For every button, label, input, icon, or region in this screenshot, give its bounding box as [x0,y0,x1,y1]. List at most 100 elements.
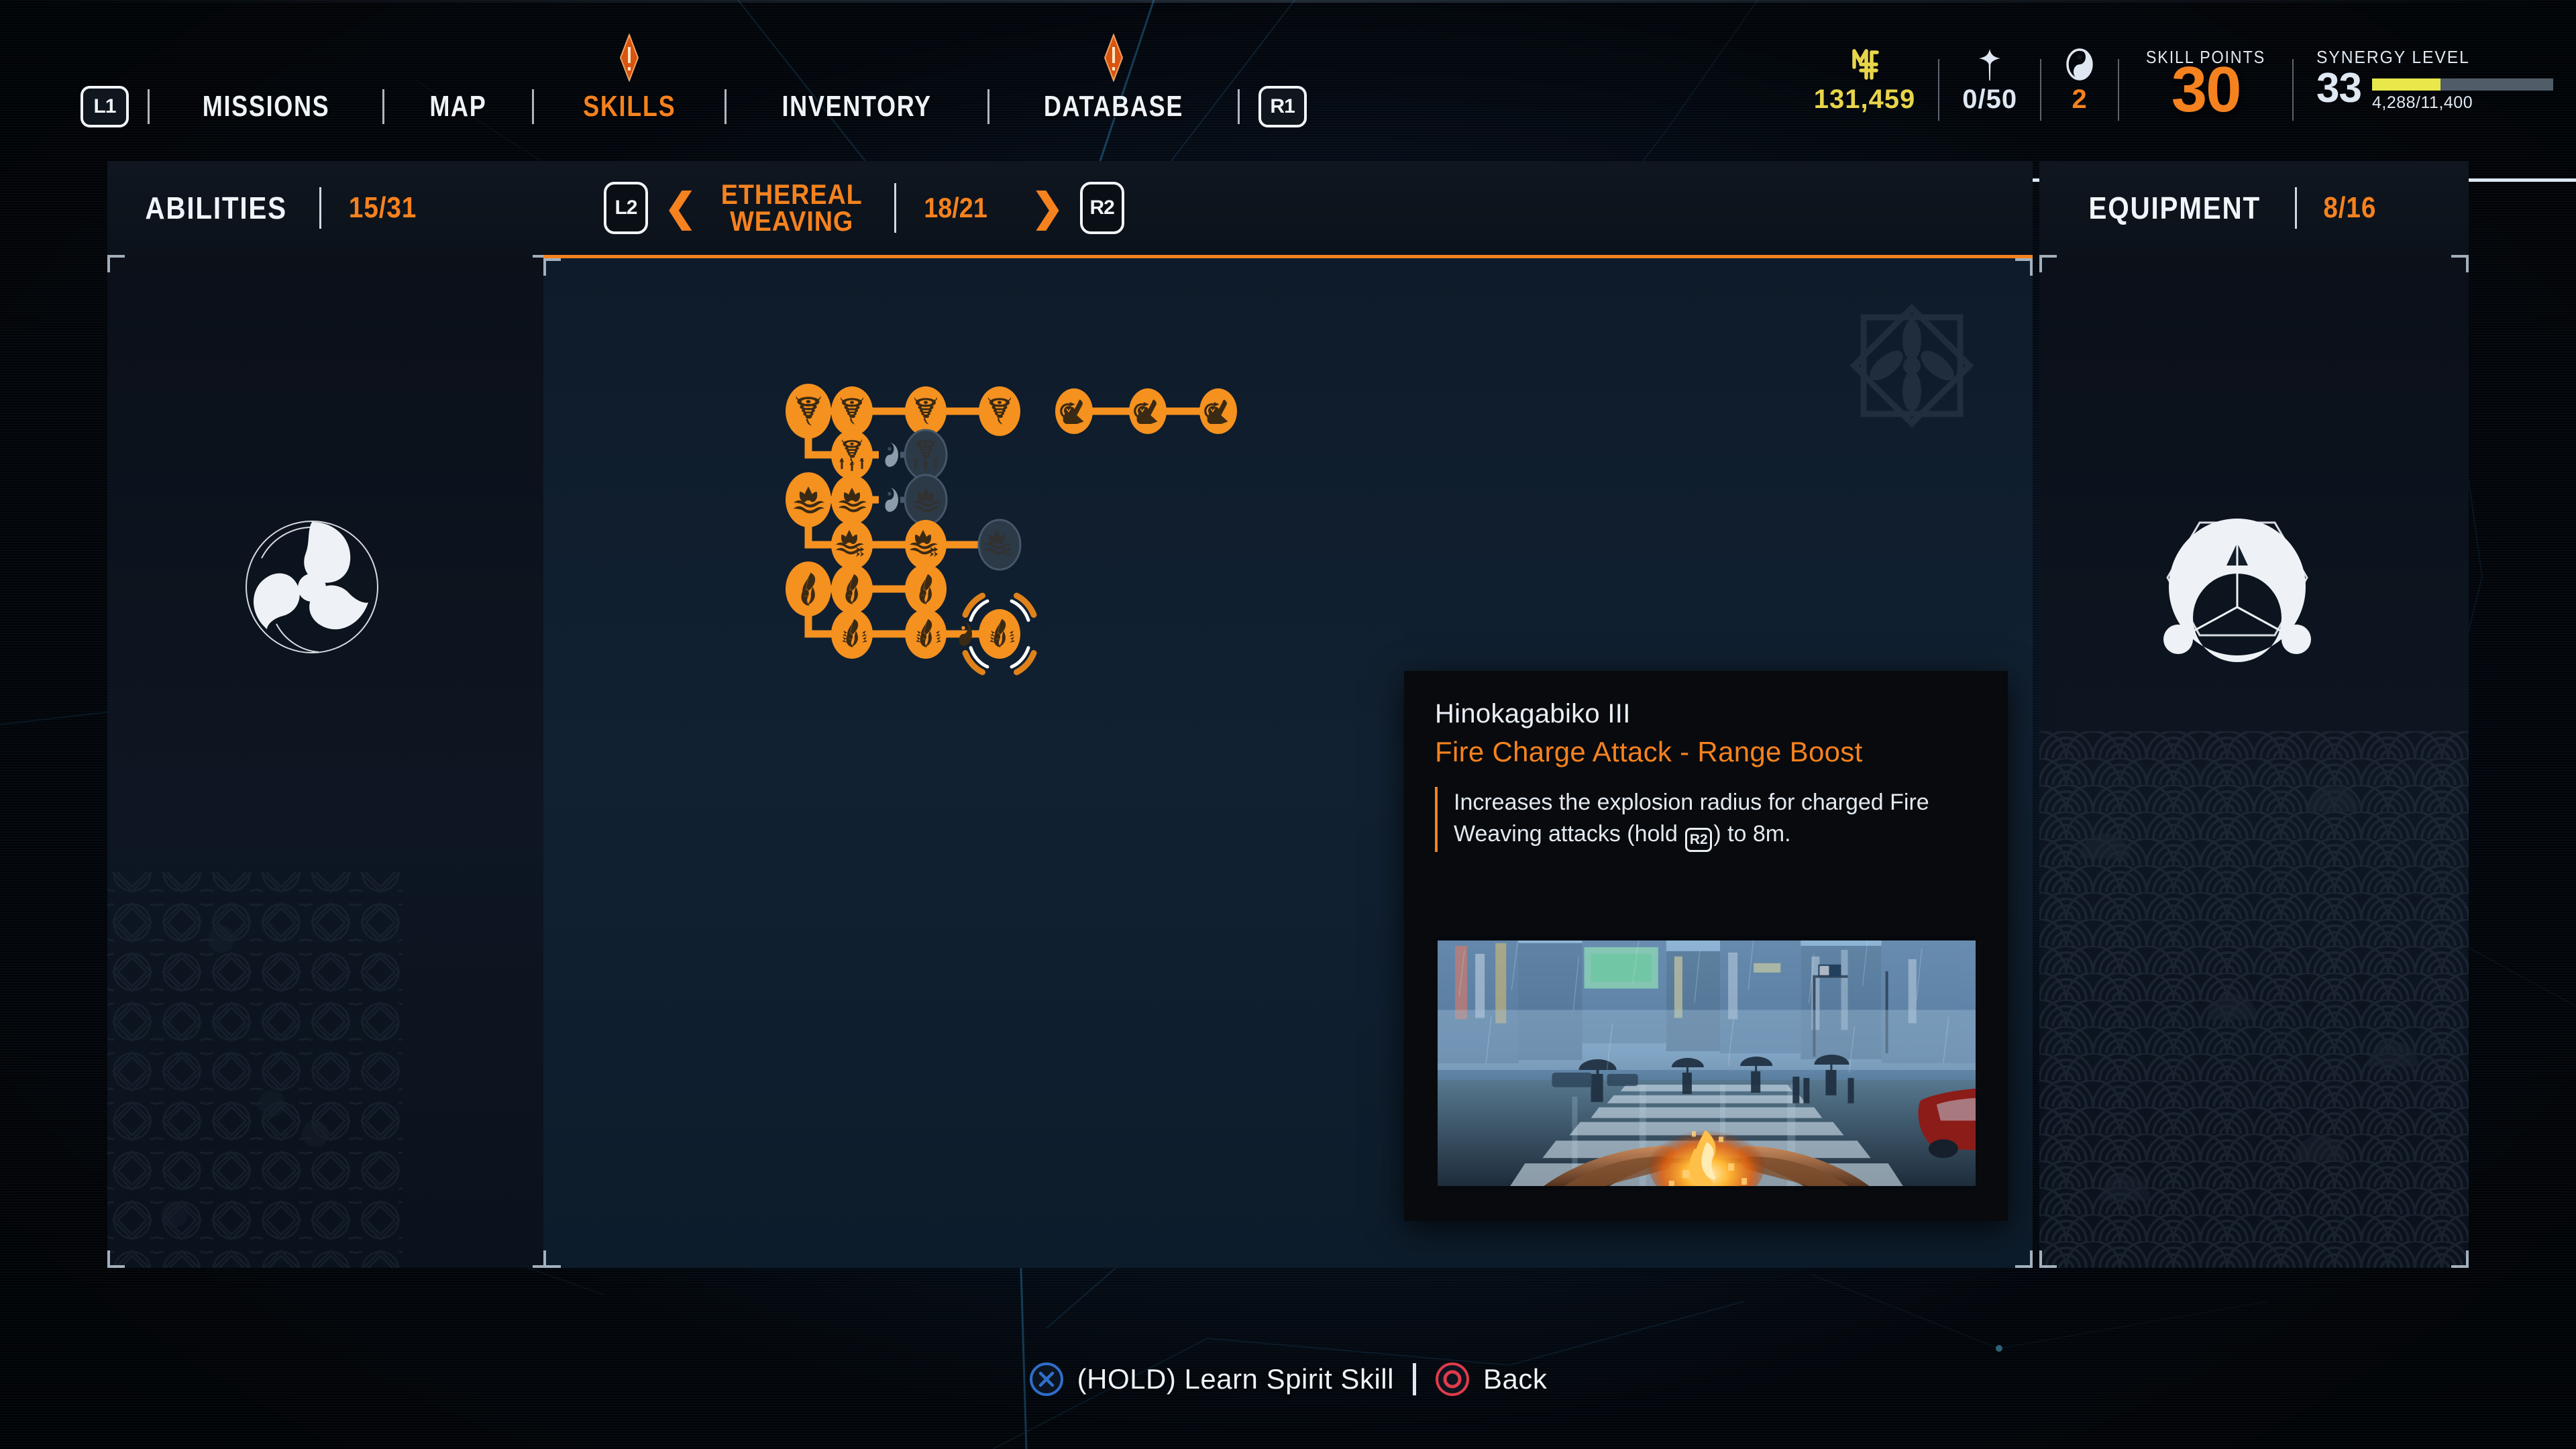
synergy-label: SYNERGY LEVEL [2316,47,2470,67]
magatama-gate-icon [885,443,898,467]
l1-bumper-button[interactable]: L1 [80,86,129,127]
abilities-title: ABILITIES [145,191,287,225]
equipment-title: EQUIPMENT [2088,191,2261,225]
alert-diamond-icon [620,34,639,82]
tooltip-description-wrap: Increases the explosion radius for charg… [1435,787,1977,853]
tooltip-accent-bar [1435,787,1438,853]
nav-item-missions-wrap[interactable]: MISSIONS [168,90,364,123]
action-back[interactable]: Back [1416,1362,1566,1397]
skill-node-cd-3[interactable] [1199,388,1237,434]
skill-tree-count: 18/21 [924,192,987,223]
skill-node-wind-1[interactable] [786,384,831,439]
spirits-value: 0/50 [1962,85,2018,114]
chevron-right-icon[interactable]: ❯ [1031,189,1064,227]
abilities-count: 15/31 [349,191,417,224]
r1-bumper-button[interactable]: R1 [1258,86,1307,127]
equipment-count: 8/16 [2323,191,2377,224]
skill-tree-title: ETHEREAL WEAVING [720,178,863,235]
magatama-gate-icon [885,488,898,512]
synergy-progress-fill [2372,78,2440,91]
panel-corner [2039,1250,2057,1268]
skill-node-water-4[interactable] [831,520,873,570]
nav-item-map-wrap[interactable]: MAP [403,90,513,123]
tooltip-description: Increases the explosion radius for charg… [1454,787,1977,853]
skill-tree-title-line1: ETHEREAL [720,178,863,211]
equipment-panel[interactable]: EQUIPMENT 8/16 [2039,161,2469,1268]
stat-currency: 131,459 [1791,47,1939,115]
skill-node-water-6[interactable] [977,519,1022,571]
chevron-left-icon[interactable]: ❮ [664,189,697,227]
currency-value: 131,459 [1813,85,1916,114]
tab-inventory[interactable]: INVENTORY [765,90,948,123]
l2-trigger-button[interactable]: L2 [604,182,648,234]
skill-node-background [786,384,831,439]
stat-magatama: 2 [2041,47,2118,115]
skill-node-fire-1[interactable] [786,561,831,616]
tab-database[interactable]: DATABASE [1027,90,1199,123]
nav-item-inventory-wrap[interactable]: INVENTORY [745,90,968,123]
header-divider [2295,187,2298,229]
tooltip-skill-effect: Fire Charge Attack - Range Boost [1435,736,1863,767]
equipment-panel-header: EQUIPMENT 8/16 [2039,161,2469,255]
skill-node-fire-3[interactable] [905,564,947,614]
panel-corner [543,1250,561,1268]
yinyang-magatama-icon [2064,47,2095,82]
synergy-progress-bar [2372,78,2553,91]
abilities-panel[interactable]: ABILITIES 15/31 [107,161,550,1268]
skill-node-fire-2[interactable] [831,564,873,614]
skill-node-wind-4[interactable] [979,386,1020,436]
skill-node-fire-4[interactable] [831,609,873,659]
hud-stats-bar: 131,459 0/50 2 SKILL POINTS 30 SYNERGY L… [1791,47,2576,182]
skill-node-cd-1[interactable] [1055,388,1093,434]
panel-corner [107,255,125,272]
nav-row: L1 MISSIONS MAP SKILLS INVENTORY DATABAS… [80,34,1307,127]
tooltip-text-area: Hinokagabiko III Fire Charge Attack - Ra… [1404,671,2008,853]
magatama-value: 2 [2072,85,2088,114]
skill-node-background [905,386,947,436]
alert-diamond-icon [1104,34,1123,82]
panel-corner [2015,258,2033,276]
tab-map[interactable]: MAP [413,90,503,123]
skill-node-water-1[interactable] [786,472,831,527]
shippo-pattern-wallpaper [107,872,402,1268]
nav-item-database-wrap[interactable]: DATABASE [1008,34,1219,123]
nav-divider [531,89,534,124]
skill-node-wind-m[interactable] [885,443,899,467]
tab-missions[interactable]: MISSIONS [186,90,346,123]
skill-node-background [831,386,873,436]
r2-trigger-button[interactable]: R2 [1079,182,1124,234]
skill-node-water-5[interactable] [905,520,947,570]
footer-action-bar: (HOLD) Learn Spirit Skill Back [0,1362,2576,1397]
spirit-tengu-icon [1975,47,2004,82]
panel-corner [2451,255,2469,272]
stat-skill-points: SKILL POINTS 30 [2119,47,2292,125]
skill-node-wind-5[interactable] [831,430,873,480]
nav-divider [724,89,727,124]
synergy-progress-wrap: 4,288/11,400 [2372,78,2553,113]
skill-node-water-2[interactable] [831,475,873,525]
action-learn-spirit-skill[interactable]: (HOLD) Learn Spirit Skill [1010,1362,1413,1397]
skill-node-fire-5[interactable] [905,609,947,659]
abilities-panel-body [107,255,550,1268]
nav-divider [987,89,989,124]
panel-corner [2451,1250,2469,1268]
skill-node-wind-6[interactable] [904,429,948,481]
meika-currency-icon [1849,47,1880,82]
equipment-panel-body [2039,255,2469,1268]
skill-node-cd-2[interactable] [1129,388,1167,434]
stat-synergy: SYNERGY LEVEL 33 4,288/11,400 [2294,47,2576,113]
synergy-xp-value: 4,288/11,400 [2372,93,2473,112]
skill-node-wind-3[interactable] [905,386,947,436]
skill-node-water-3[interactable] [904,474,948,526]
skill-points-value: 30 [2171,54,2242,125]
action-back-label: Back [1483,1363,1548,1395]
tab-skills[interactable]: SKILLS [566,90,692,123]
action-learn-label: (HOLD) Learn Spirit Skill [1077,1363,1394,1395]
skill-node-background [979,386,1020,436]
synergy-level-value: 33 [2316,65,2362,111]
tree-nodes-group[interactable] [786,384,1237,676]
skill-node-wind-2[interactable] [831,386,873,436]
nav-item-skills-wrap[interactable]: SKILLS [553,34,706,123]
skill-node-water-m[interactable] [885,488,899,512]
stat-spirits: 0/50 [1939,47,2040,115]
